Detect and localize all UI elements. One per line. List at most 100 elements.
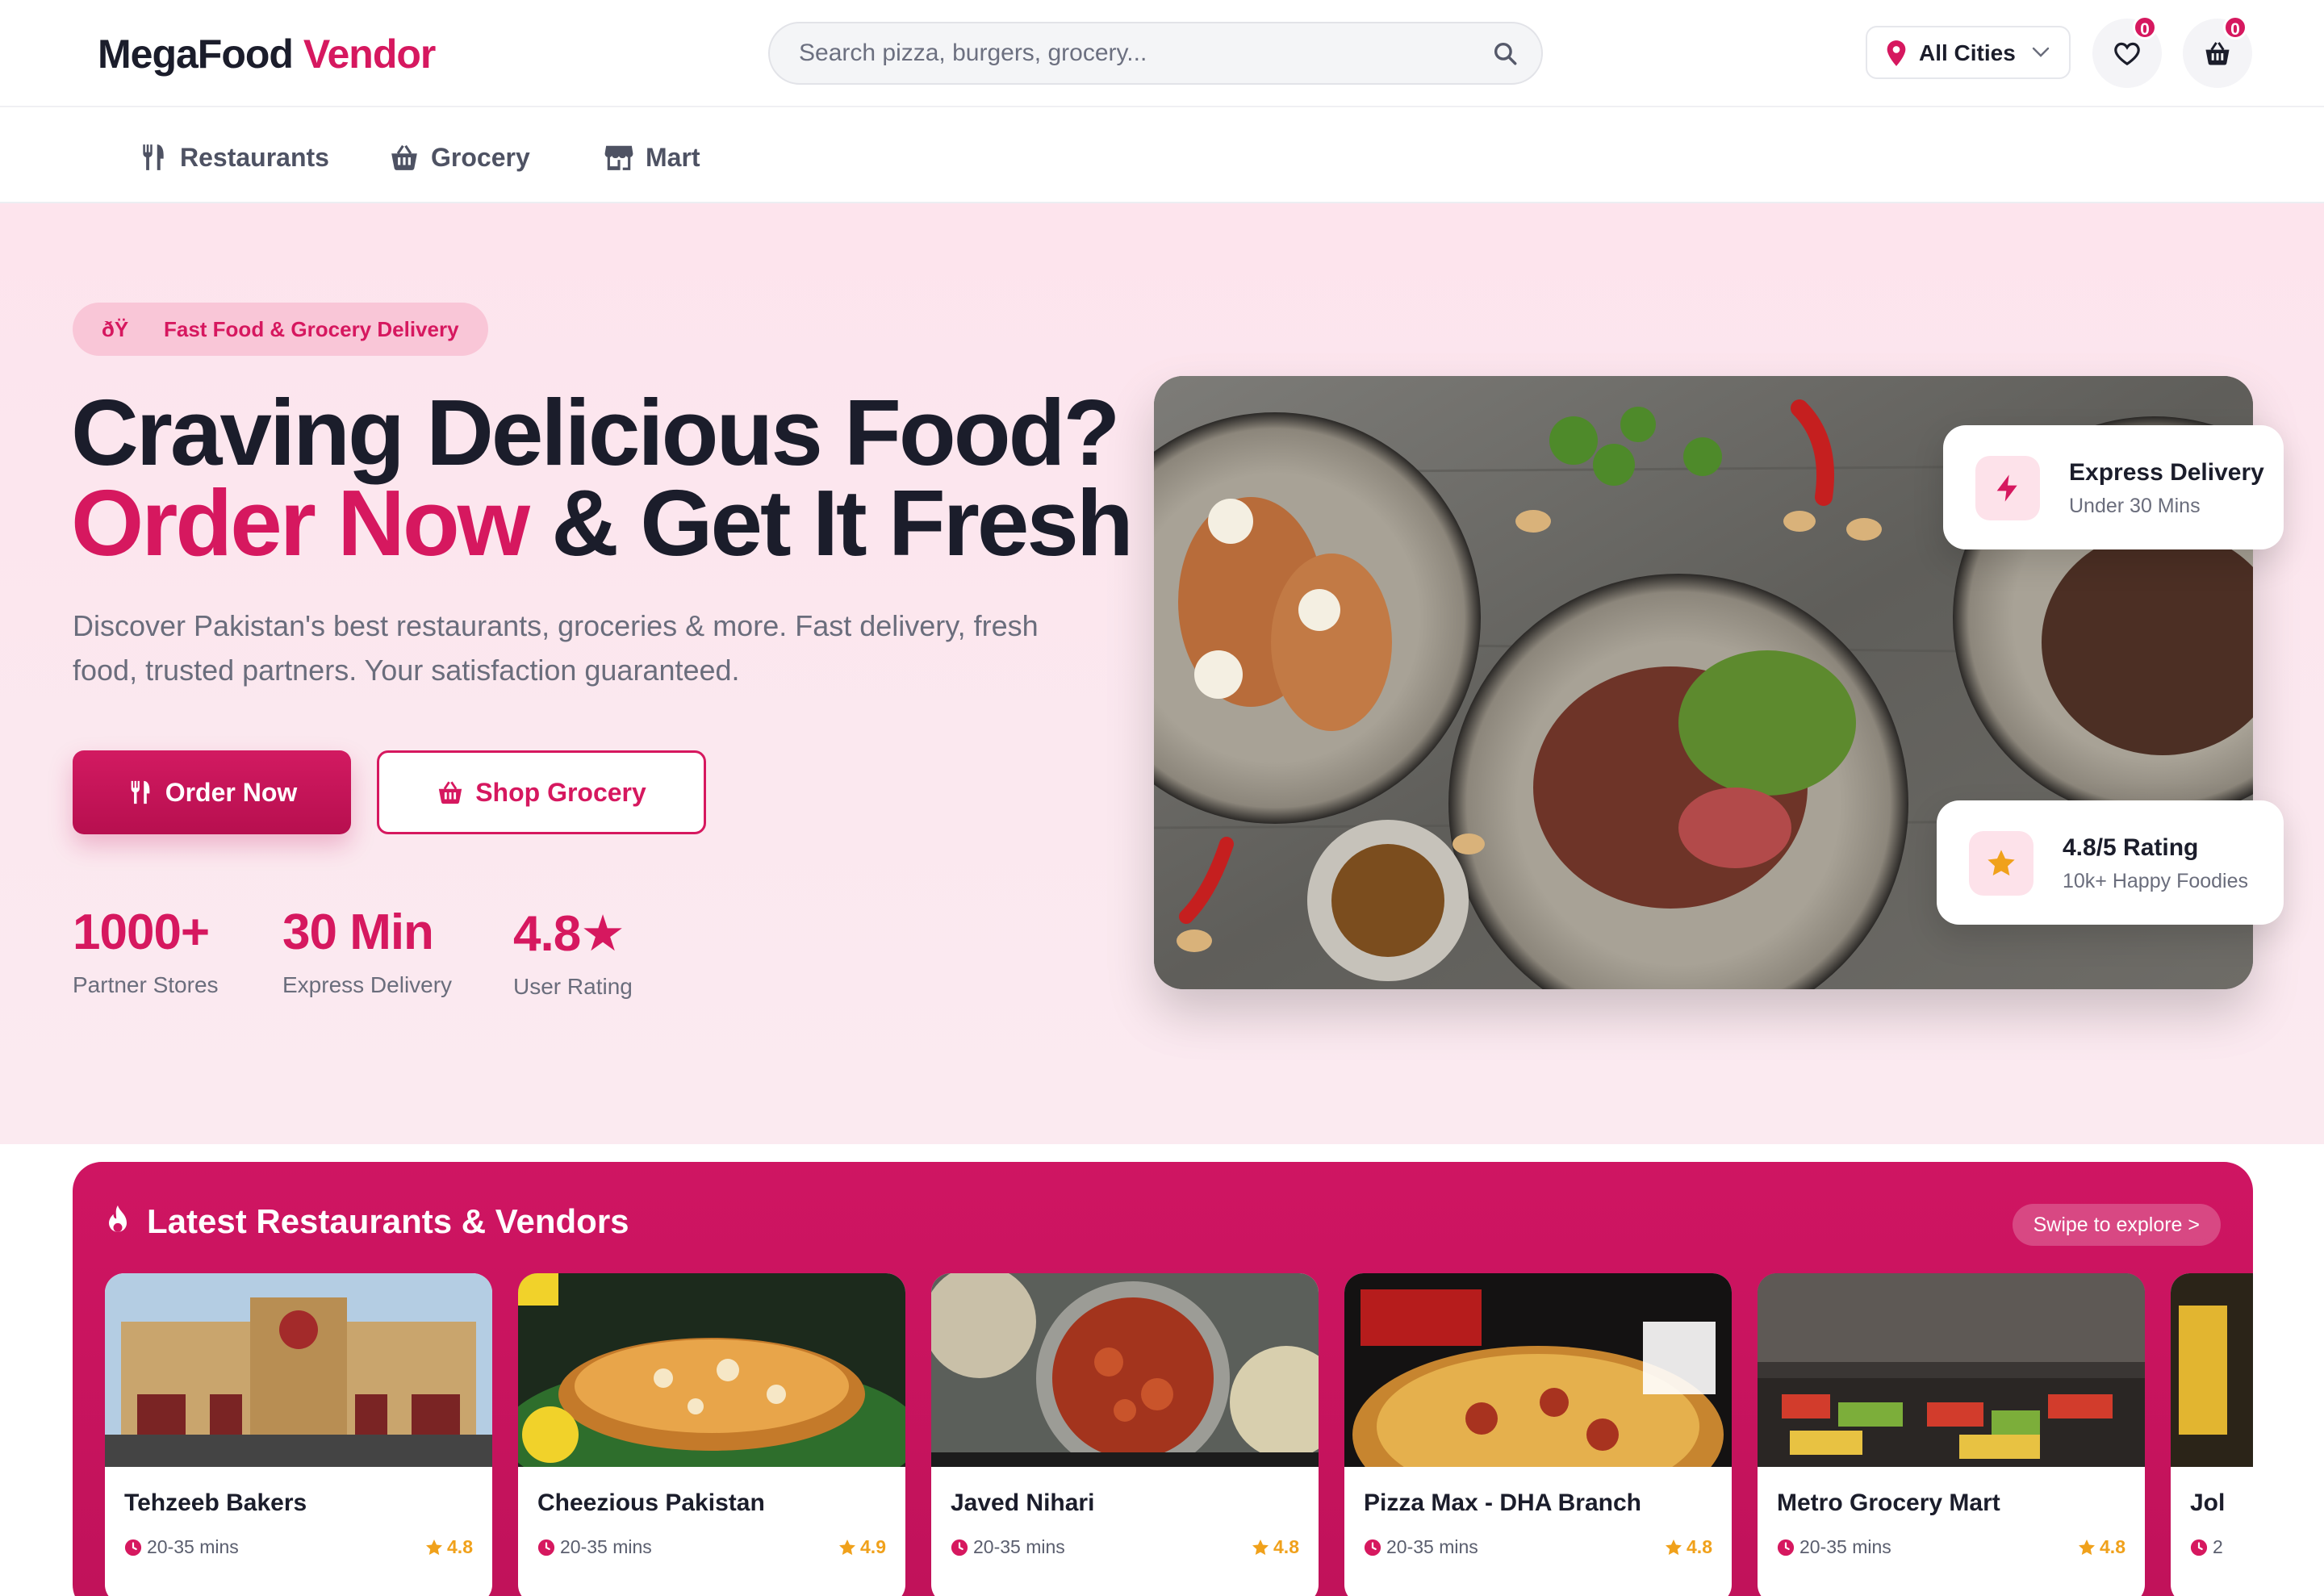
brand-logo[interactable]: MegaFood Vendor — [98, 31, 436, 77]
fire-icon — [109, 1205, 127, 1232]
float-card-title: 4.8/5 Rating — [2063, 834, 2199, 861]
vendor-carousel[interactable]: Tehzeeb Bakers 20-35 mins 4.8 Cheezious … — [105, 1273, 2253, 1596]
basket-icon — [391, 144, 417, 170]
stat-partner-stores: 1000+ Partner Stores — [73, 904, 219, 998]
vendor-card[interactable]: Pizza Max - DHA Branch 20-35 mins 4.8 — [1344, 1273, 1732, 1596]
vendor-delivery-time: 20-35 mins — [1777, 1536, 1891, 1558]
vendor-time-text: 2 — [2213, 1536, 2223, 1557]
vendor-rating-value: 4.8 — [447, 1536, 473, 1557]
hero-title-rest: & Get It Fresh — [527, 470, 1134, 575]
vendor-thumbnail — [518, 1273, 905, 1507]
nav-label-mart: Mart — [646, 142, 700, 172]
vendor-thumbnail — [1344, 1273, 1732, 1523]
vendor-time-text: 20-35 mins — [1799, 1536, 1891, 1557]
utensils-icon — [131, 780, 150, 804]
vendor-delivery-time: 20-35 mins — [124, 1536, 239, 1558]
vendor-card[interactable]: Jol 2 — [2171, 1273, 2253, 1596]
latest-vendors-section: Latest Restaurants & Vendors Swipe to ex… — [73, 1162, 2253, 1596]
lightning-icon — [1996, 474, 2017, 502]
nav-item-grocery[interactable]: Grocery — [389, 138, 530, 177]
rating-card: 4.8/5 Rating 10k+ Happy Foodies — [1937, 800, 2284, 925]
clock-icon — [537, 1539, 555, 1556]
star-icon — [1666, 1539, 1682, 1555]
basket-icon — [439, 781, 462, 804]
vendor-name: Jol — [2190, 1489, 2226, 1516]
vendor-card[interactable]: Javed Nihari 20-35 mins 4.8 — [931, 1273, 1319, 1596]
clock-icon — [124, 1539, 142, 1556]
stat-label: Partner Stores — [73, 972, 219, 997]
search-bar — [768, 22, 1543, 85]
star-icon — [426, 1539, 443, 1555]
vendor-rating-value: 4.8 — [1687, 1536, 1712, 1557]
vendor-rating-value: 4.8 — [2100, 1536, 2125, 1557]
stat-label: User Rating — [513, 974, 633, 999]
clock-icon — [1777, 1539, 1795, 1556]
search-icon[interactable] — [1491, 40, 1519, 67]
float-card-subtitle: Under 30 Mins — [2069, 495, 2201, 517]
vendor-delivery-time: 20-35 mins — [537, 1536, 652, 1558]
hero-title-line2: Order Now & Get It Fresh — [71, 476, 1134, 570]
vendor-name: Metro Grocery Mart — [1777, 1489, 2000, 1516]
vendor-name: Pizza Max - DHA Branch — [1364, 1489, 1641, 1516]
vendor-time-text: 20-35 mins — [973, 1536, 1065, 1557]
stat-value: 1000+ — [73, 905, 210, 960]
category-nav: Restaurants Grocery Mart — [0, 109, 2324, 203]
express-delivery-card: Express Delivery Under 30 Mins — [1943, 425, 2284, 549]
stat-express-delivery: 30 Min Express Delivery — [282, 904, 452, 998]
vendor-time-text: 20-35 mins — [560, 1536, 652, 1557]
section-title-text: Latest Restaurants & Vendors — [147, 1202, 629, 1240]
city-label: All Cities — [1919, 40, 2016, 65]
vendor-name: Javed Nihari — [951, 1489, 1095, 1516]
wishlist-button[interactable]: 0 — [2092, 15, 2162, 88]
stat-user-rating: 4.8★ User Rating — [513, 904, 633, 1000]
vendor-card[interactable]: Tehzeeb Bakers 20-35 mins 4.8 — [105, 1273, 492, 1596]
vendor-delivery-time: 2 — [2190, 1536, 2223, 1558]
order-now-button[interactable]: Order Now — [73, 750, 351, 834]
swipe-hint[interactable]: Swipe to explore > — [2012, 1204, 2221, 1246]
nav-item-mart[interactable]: Mart — [604, 138, 700, 177]
cart-button[interactable]: 0 — [2183, 15, 2252, 88]
vendor-rating: 4.9 — [838, 1536, 886, 1558]
cart-count-badge: 0 — [2223, 15, 2247, 40]
vendor-name: Tehzeeb Bakers — [124, 1489, 307, 1516]
heart-icon — [2114, 42, 2140, 65]
hero-title: Craving Delicious Food? Order Now & Get … — [71, 380, 1134, 570]
vendor-rating-value: 4.9 — [860, 1536, 886, 1557]
brand-name: MegaFood — [98, 31, 294, 77]
vendor-card[interactable]: Cheezious Pakistan 20-35 mins 4.9 — [518, 1273, 905, 1596]
stat-value: 30 Min — [282, 905, 434, 960]
vendor-rating: 4.8 — [1664, 1536, 1712, 1558]
vendor-time-text: 20-35 mins — [147, 1536, 239, 1557]
vendor-time-text: 20-35 mins — [1386, 1536, 1478, 1557]
float-card-subtitle: 10k+ Happy Foodies — [2063, 870, 2249, 892]
order-now-label: Order Now — [165, 777, 298, 807]
vendor-thumbnail — [1758, 1273, 2145, 1467]
nav-item-restaurants[interactable]: Restaurants — [138, 138, 329, 177]
wishlist-count-badge: 0 — [2133, 15, 2157, 40]
float-card-title: Express Delivery — [2069, 459, 2264, 486]
shop-grocery-label: Shop Grocery — [475, 777, 646, 807]
city-selector[interactable]: All Cities — [1866, 26, 2071, 79]
vendor-name: Cheezious Pakistan — [537, 1489, 765, 1516]
vendor-rating: 4.8 — [424, 1536, 473, 1558]
shop-grocery-button[interactable]: Shop Grocery — [377, 750, 706, 834]
chevron-down-icon — [2032, 47, 2050, 57]
hero-title-line1: Craving Delicious Food? — [71, 380, 1120, 485]
hero-title-accent: Order Now — [71, 470, 530, 575]
clock-icon — [951, 1539, 968, 1556]
vendor-thumbnail — [931, 1273, 1319, 1475]
vendor-card[interactable]: Metro Grocery Mart 20-35 mins 4.8 — [1758, 1273, 2145, 1596]
brand-accent: Vendor — [303, 31, 436, 77]
star-icon — [1988, 850, 2015, 876]
star-icon — [1252, 1539, 1269, 1555]
vendor-thumbnail — [105, 1273, 492, 1467]
vendor-rating-value: 4.8 — [1273, 1536, 1299, 1557]
search-input[interactable] — [799, 23, 1461, 83]
store-icon — [604, 145, 633, 170]
section-title: Latest Restaurants & Vendors — [102, 1202, 629, 1241]
utensils-icon — [143, 144, 164, 170]
vendor-rating: 4.8 — [2077, 1536, 2125, 1558]
hero-subtitle: Discover Pakistan's best restaurants, gr… — [73, 609, 1039, 687]
vendor-rating: 4.8 — [1251, 1536, 1299, 1558]
stat-label: Express Delivery — [282, 972, 453, 997]
